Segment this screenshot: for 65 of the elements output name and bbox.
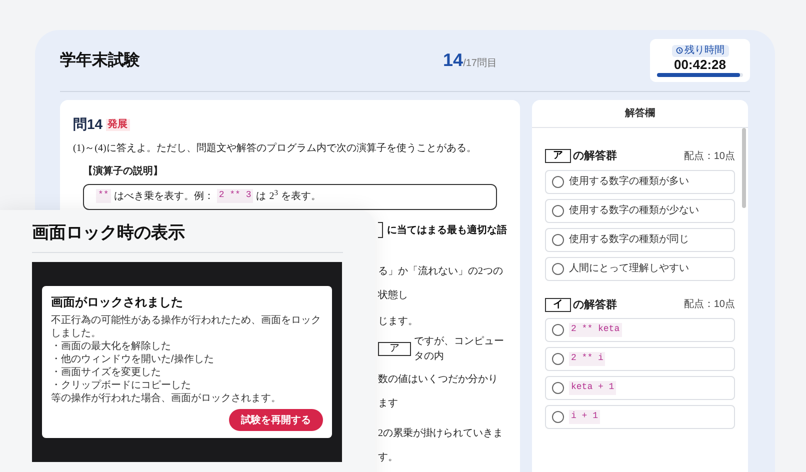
radio-button[interactable] — [552, 262, 564, 274]
dialog-text: ・画面サイズを変更した — [51, 366, 162, 379]
answer-option[interactable]: 2 ** keta — [545, 318, 735, 342]
points-label: 配点：10点 — [684, 298, 735, 312]
answer-option[interactable]: 人間にとって理解しやすい — [545, 256, 735, 280]
operator-text: はべき乗を表す。例： — [114, 190, 214, 204]
operator-text: は — [256, 190, 266, 204]
remaining-time-badge: 残り時間 — [672, 44, 728, 56]
radio-button[interactable] — [552, 234, 564, 246]
lock-panel-title: 画面ロック時の表示 — [32, 223, 185, 242]
option-code: keta + 1 — [569, 381, 616, 395]
question-number: 14 — [443, 49, 464, 72]
answer-group-title: の解答群 — [573, 298, 617, 312]
question-text: 2の累乗が掛けられていきます。 — [378, 428, 503, 463]
answer-blank — [378, 222, 383, 238]
radio-button[interactable] — [552, 382, 564, 394]
resume-exam-button[interactable]: 試験を再開する — [229, 409, 323, 431]
answer-option[interactable]: 使用する数字の種類が少ない — [545, 198, 735, 222]
dialog-text: 等の操作が行われた場合、画面がロックされます。 — [51, 392, 282, 405]
dialog-text: ・他のウィンドウを開いた/操作した — [51, 353, 215, 366]
dialog-text: 不正行為の可能性がある操作が行われたため、画面をロックしました。 — [51, 314, 322, 340]
radio-button[interactable] — [552, 324, 564, 336]
option-code: i + 1 — [569, 410, 600, 424]
option-text: 使用する数字の種類が少ない — [569, 204, 699, 218]
option-code: 2 ** keta — [569, 323, 622, 337]
advanced-badge: 発展 — [106, 118, 130, 130]
question-intro: (1)～(4)に答えよ。ただし、問題文や解答のプログラム内で次の演算子を使うことがある。 — [73, 142, 478, 156]
option-code: 2 ** i — [569, 352, 606, 366]
option-text: 使用する数字の種類が多い — [569, 174, 689, 189]
question-instruction: に当てはまる最も適切な語 — [387, 223, 507, 238]
radio-button[interactable] — [552, 411, 564, 423]
answer-option[interactable]: i + 1 — [545, 405, 735, 429]
option-text: 使用する数字の種類が同じ — [569, 232, 689, 247]
answer-option[interactable]: 使用する数字の種類が同じ — [545, 228, 735, 252]
dialog-text: ・クリップボードにコピーした — [51, 379, 192, 392]
answer-option[interactable]: 使用する数字の種類が多い — [545, 170, 735, 194]
answer-blank: ア — [378, 342, 411, 356]
dialog-text: ・画面の最大化を解除した — [51, 340, 172, 353]
radio-button[interactable] — [552, 176, 564, 188]
scrollbar-thumb[interactable] — [742, 128, 746, 208]
answer-panel-title: 解答欄 — [625, 106, 655, 121]
question-text: 数の値はいくつだか分かります — [378, 374, 498, 409]
clock-icon — [676, 47, 682, 54]
option-text: 人間にとって理解しやすい — [569, 262, 689, 276]
answer-blank: ア — [545, 149, 571, 164]
question-total: /17問目 — [463, 57, 497, 71]
exam-title: 学年末試験 — [60, 50, 140, 70]
code-snippet: 2 ** 3 — [216, 189, 254, 202]
remaining-time: 00:42:28 — [674, 58, 726, 72]
operator-text: を表す。 — [280, 190, 321, 204]
section-title: 【演算子の説明】 — [83, 164, 164, 179]
radio-button[interactable] — [552, 204, 564, 216]
answer-option[interactable]: 2 ** i — [545, 347, 735, 371]
question-text: じます。 — [378, 316, 418, 327]
points-label: 配点：10点 — [684, 150, 735, 164]
dialog-title: 画面がロックされました — [51, 294, 184, 311]
answer-blank: イ — [545, 298, 571, 312]
answer-option[interactable]: keta + 1 — [545, 376, 735, 400]
operator-text: 2$^{3}$ — [269, 189, 278, 204]
code-snippet: ** — [96, 189, 111, 202]
question-text: る」か「流れない」の2つの状態し — [378, 266, 503, 301]
question-heading: 問14 — [73, 115, 103, 134]
question-text: ですが、コンピュータの内 — [414, 335, 505, 364]
radio-button[interactable] — [552, 353, 564, 365]
answer-group-title: の解答群 — [573, 149, 617, 164]
